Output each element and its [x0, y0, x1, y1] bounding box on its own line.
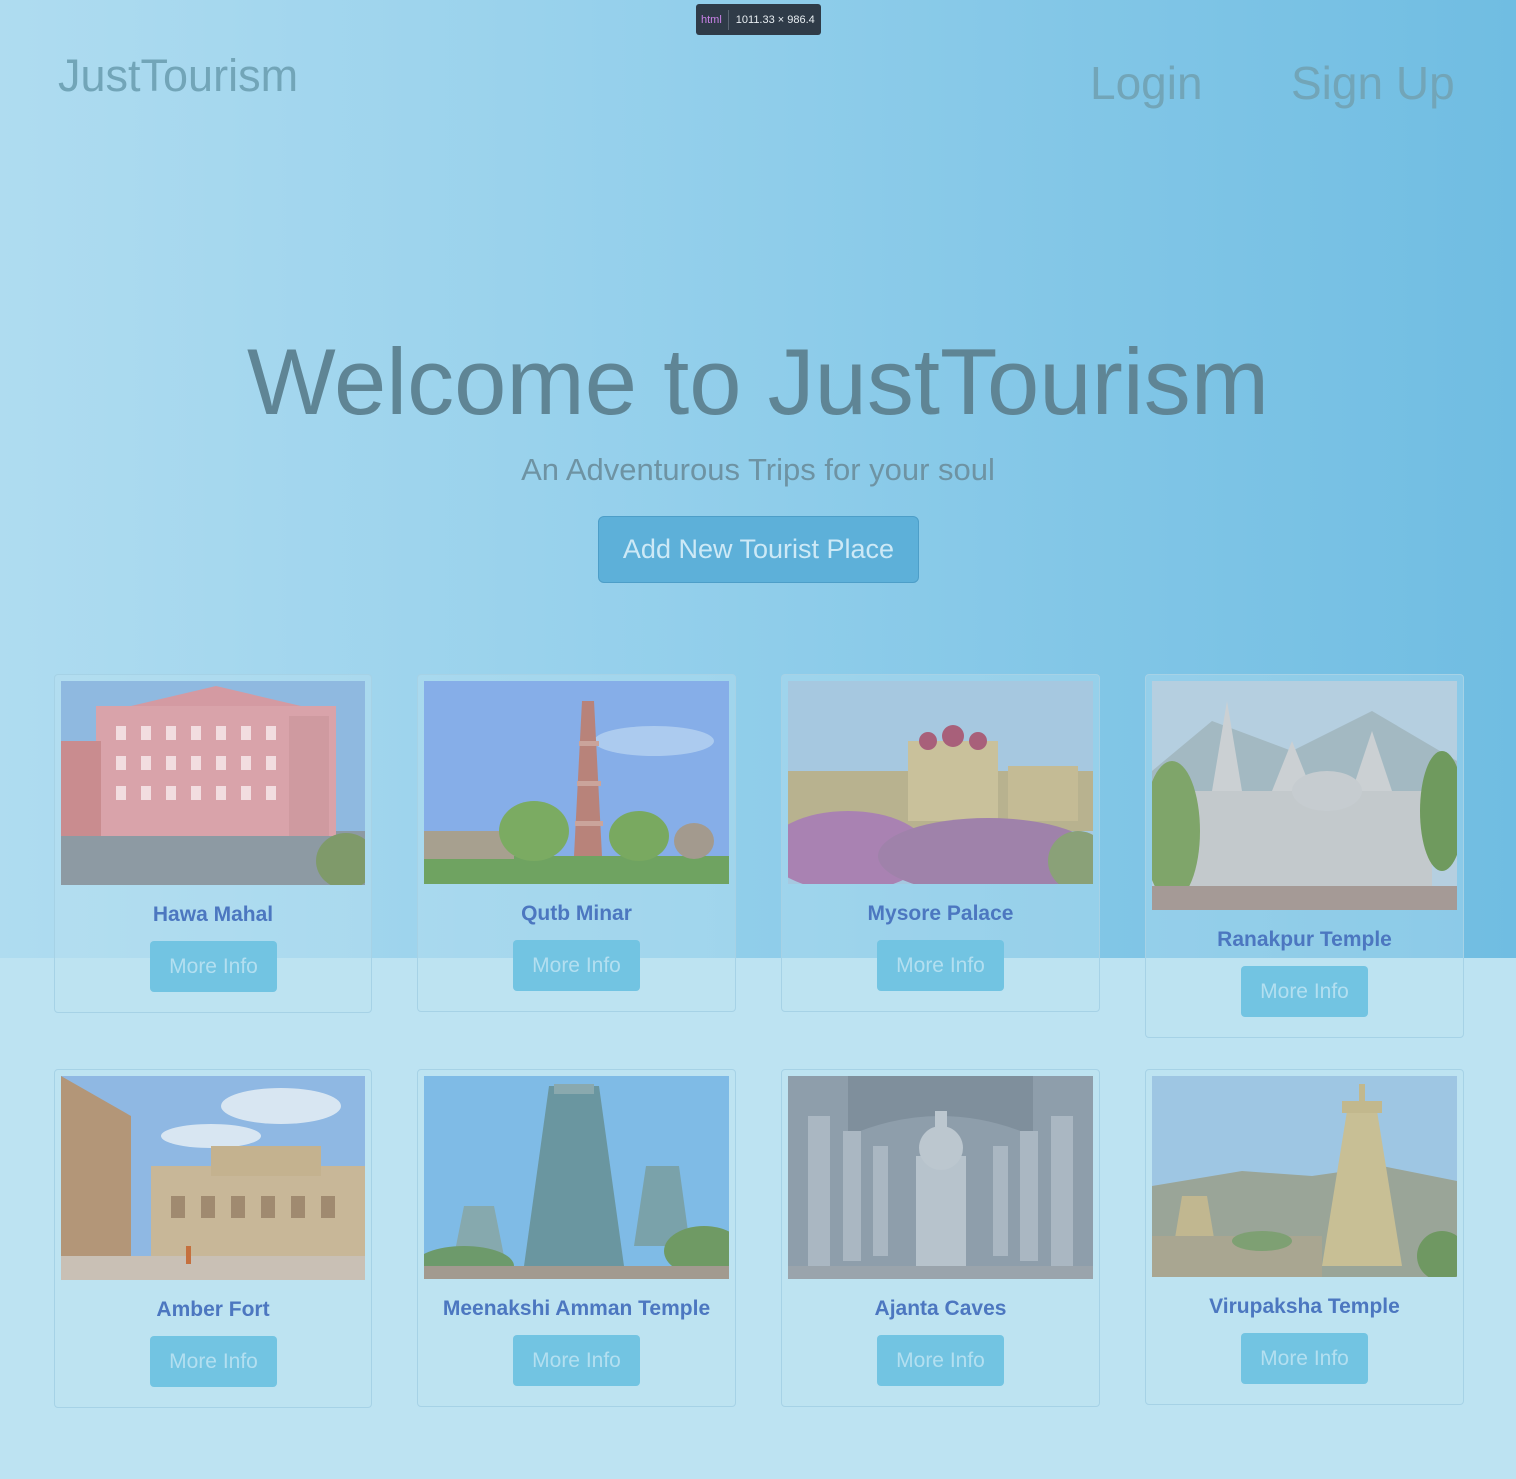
devtools-tag-name: html	[696, 9, 729, 30]
place-name: Virupaksha Temple	[1209, 1295, 1400, 1318]
signup-link[interactable]: Sign Up	[1291, 56, 1455, 110]
place-name: Amber Fort	[156, 1298, 270, 1321]
place-name: Ajanta Caves	[874, 1297, 1007, 1320]
meenakshi-temple-photo	[424, 1076, 729, 1279]
more-info-button[interactable]: More Info	[1241, 966, 1368, 1017]
add-tourist-place-button[interactable]: Add New Tourist Place	[598, 516, 919, 583]
ajanta-caves-photo	[788, 1076, 1093, 1279]
more-info-button[interactable]: More Info	[150, 941, 277, 992]
login-link[interactable]: Login	[1090, 56, 1203, 110]
place-card-hawa-mahal: Hawa Mahal More Info	[54, 674, 372, 1013]
place-name: Qutb Minar	[521, 902, 632, 925]
place-name: Mysore Palace	[867, 902, 1014, 925]
place-card-meenakshi-amman-temple: Meenakshi Amman Temple More Info	[417, 1069, 736, 1407]
qutb-minar-photo	[424, 681, 729, 884]
place-card-ajanta-caves: Ajanta Caves More Info	[781, 1069, 1100, 1407]
hawa-mahal-photo	[61, 681, 365, 885]
place-name: Hawa Mahal	[152, 903, 274, 926]
devtools-element-tooltip: html 1011.33 × 986.4	[696, 4, 821, 35]
place-card-virupaksha-temple: Virupaksha Temple More Info	[1145, 1069, 1464, 1405]
place-name: Meenakshi Amman Temple	[442, 1297, 711, 1320]
more-info-button[interactable]: More Info	[1241, 1333, 1368, 1384]
virupaksha-temple-photo	[1152, 1076, 1457, 1277]
ranakpur-temple-photo	[1152, 681, 1457, 910]
more-info-button[interactable]: More Info	[513, 1335, 640, 1386]
place-name: Ranakpur Temple	[1217, 928, 1392, 951]
place-card-mysore-palace: Mysore Palace More Info	[781, 674, 1100, 1012]
more-info-button[interactable]: More Info	[877, 1335, 1004, 1386]
more-info-button[interactable]: More Info	[150, 1336, 277, 1387]
more-info-button[interactable]: More Info	[877, 940, 1004, 991]
place-card-qutb-minar: Qutb Minar More Info	[417, 674, 736, 1012]
place-card-amber-fort: Amber Fort More Info	[54, 1069, 372, 1408]
more-info-button[interactable]: More Info	[513, 940, 640, 991]
mysore-palace-photo	[788, 681, 1093, 884]
page-subtitle: An Adventurous Trips for your soul	[521, 452, 995, 487]
place-card-ranakpur-temple: Ranakpur Temple More Info	[1145, 674, 1464, 1038]
site-logo[interactable]: JustTourism	[58, 50, 298, 102]
devtools-dimensions: 1011.33 × 986.4	[735, 13, 815, 26]
amber-fort-photo	[61, 1076, 365, 1280]
page-title: Welcome to JustTourism	[246, 329, 1270, 434]
